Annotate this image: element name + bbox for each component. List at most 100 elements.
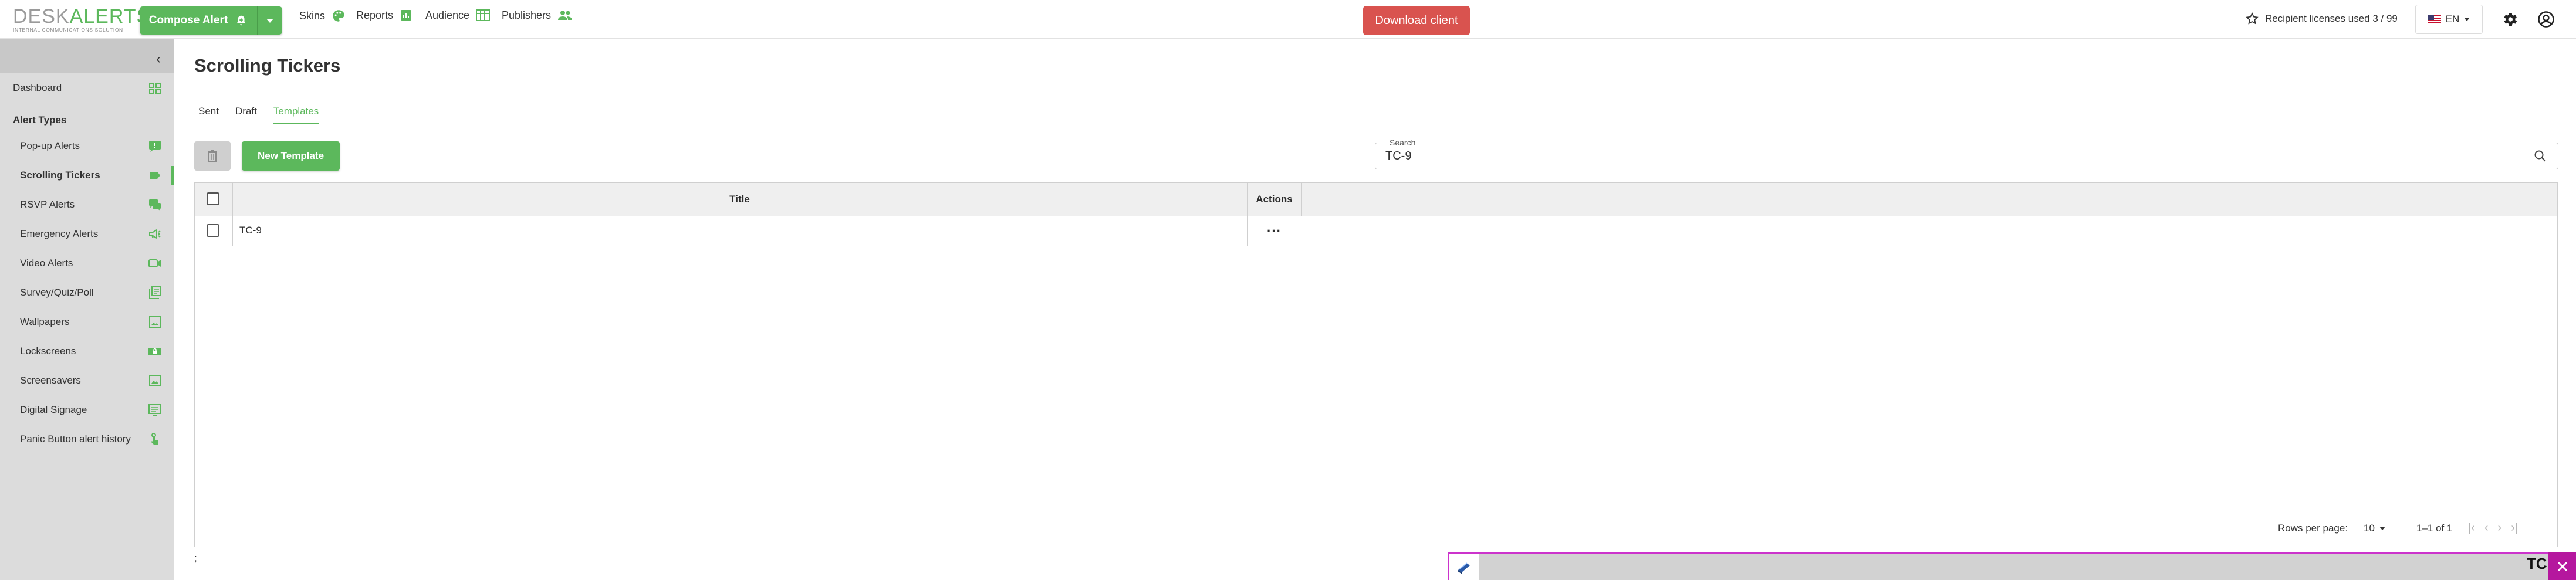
sidebar-item-label: Panic Button alert history (20, 433, 131, 445)
sidebar-item-digital-signage[interactable]: Digital Signage (0, 397, 174, 423)
sidebar: ‹ Dashboard Alert Types Pop-up Alerts Sc… (0, 39, 174, 580)
sidebar-item-label: Survey/Quiz/Poll (20, 287, 94, 298)
compose-alert-dropdown[interactable] (258, 19, 282, 23)
sidebar-collapse-button[interactable]: ‹ (0, 39, 174, 73)
sidebar-item-label: Scrolling Tickers (20, 169, 100, 181)
sidebar-item-wallpapers[interactable]: Wallpapers (0, 309, 174, 335)
select-all-cell (195, 183, 233, 216)
account-icon[interactable] (2537, 11, 2555, 28)
nav-skins-label: Skins (299, 9, 326, 22)
pagination-range: 1–1 of 1 (2416, 523, 2453, 534)
new-template-label: New Template (257, 150, 324, 161)
us-flag-icon (2428, 15, 2441, 23)
rows-per-page-select[interactable]: 10 (2364, 523, 2385, 534)
ticker-logo-icon (1449, 554, 1479, 580)
more-icon: ··· (1267, 223, 1282, 238)
table-header: Title Actions (195, 183, 2557, 216)
logo-tagline: INTERNAL COMMUNICATIONS SOLUTION (13, 27, 123, 33)
page-title: Scrolling Tickers (194, 55, 341, 76)
row-checkbox[interactable] (207, 224, 219, 237)
sidebar-item-screensavers[interactable]: Screensavers (0, 368, 174, 394)
sidebar-section-title: Alert Types (13, 114, 67, 126)
tab-templates[interactable]: Templates (273, 106, 319, 124)
ticker-icon (150, 172, 160, 179)
download-client-label: Download client (1375, 13, 1458, 27)
rows-per-page-value: 10 (2364, 523, 2375, 534)
sidebar-item-rsvp-alerts[interactable]: RSVP Alerts (0, 192, 174, 218)
table-icon (476, 9, 491, 21)
tab-bar: Sent Draft Templates (198, 106, 335, 124)
licenses-text: Recipient licenses used 3 / 99 (2265, 13, 2398, 24)
language-selector[interactable]: EN (2415, 5, 2483, 34)
compose-alert-label: Compose Alert (148, 14, 228, 26)
sidebar-item-dashboard[interactable]: Dashboard (13, 82, 62, 94)
tab-sent[interactable]: Sent (198, 106, 219, 124)
sidebar-item-label: Emergency Alerts (20, 228, 99, 239)
signage-icon (148, 404, 161, 416)
gear-icon[interactable] (2501, 11, 2518, 28)
sidebar-item-label: Screensavers (20, 375, 81, 386)
first-page-icon[interactable]: |‹ (2468, 521, 2475, 535)
sidebar-item-panic-button-history[interactable]: Panic Button alert history (0, 426, 174, 452)
sidebar-item-lockscreens[interactable]: Lockscreens (0, 338, 174, 364)
sidebar-item-survey-quiz-poll[interactable]: Survey/Quiz/Poll (0, 280, 174, 306)
last-page-icon[interactable]: ›| (2511, 521, 2518, 535)
sidebar-item-label: Lockscreens (20, 345, 76, 357)
stray-text: ; (194, 552, 197, 564)
sidebar-item-label: Pop-up Alerts (20, 140, 80, 151)
top-bar: DESKALERTS INTERNAL COMMUNICATIONS SOLUT… (0, 0, 2576, 39)
tab-draft[interactable]: Draft (235, 106, 257, 124)
sidebar-item-video-alerts[interactable]: Video Alerts (0, 250, 174, 276)
nav-skins[interactable]: Skins (299, 8, 346, 23)
dashboard-icon[interactable] (148, 82, 162, 96)
nav-reports-label: Reports (356, 9, 394, 21)
search-input[interactable]: TC-9 (1385, 150, 1411, 163)
trash-icon (208, 150, 217, 162)
ticker-preview-bar (1448, 552, 2576, 580)
lockscreen-icon (148, 348, 161, 355)
language-label: EN (2445, 13, 2460, 25)
pagination-controls: |‹ ‹ › ›| (2468, 521, 2518, 535)
row-actions-menu[interactable]: ··· (1247, 216, 1301, 246)
nav-audience[interactable]: Audience (425, 8, 491, 22)
popup-icon (149, 141, 161, 152)
select-all-checkbox[interactable] (207, 192, 219, 205)
nav-audience-label: Audience (425, 9, 470, 21)
sidebar-item-label: Video Alerts (20, 257, 73, 269)
logo-text-accent: ALERTS (69, 5, 151, 28)
sidebar-item-popup-alerts[interactable]: Pop-up Alerts (0, 133, 174, 159)
megaphone-icon (149, 229, 161, 239)
next-page-icon[interactable]: › (2498, 521, 2502, 535)
search-field[interactable]: Search TC-9 (1375, 138, 2558, 169)
screensaver-icon (149, 375, 161, 386)
recipient-licenses[interactable]: Recipient licenses used 3 / 99 (2245, 12, 2398, 26)
table-row[interactable]: TC-9 ··· (195, 216, 2557, 246)
close-icon[interactable] (2548, 552, 2576, 580)
hand-icon (151, 433, 158, 445)
people-icon (558, 11, 573, 20)
logo[interactable]: DESKALERTS INTERNAL COMMUNICATIONS SOLUT… (13, 6, 150, 33)
nav-publishers-label: Publishers (502, 9, 552, 21)
video-icon (148, 259, 161, 267)
image-icon (149, 316, 161, 328)
compose-alert-main[interactable]: Compose Alert (140, 6, 258, 35)
search-label: Search (1387, 138, 1418, 147)
sidebar-item-scrolling-tickers[interactable]: Scrolling Tickers (0, 162, 174, 188)
new-template-button[interactable]: New Template (242, 141, 340, 171)
sidebar-item-label: Wallpapers (20, 316, 70, 327)
download-client-button[interactable]: Download client (1363, 6, 1470, 35)
table-pagination: Rows per page: 10 1–1 of 1 |‹ ‹ › ›| (195, 510, 2557, 547)
column-header-title[interactable]: Title (232, 183, 1248, 216)
sidebar-item-emergency-alerts[interactable]: Emergency Alerts (0, 221, 174, 247)
search-icon[interactable] (2533, 149, 2547, 163)
compose-alert-button[interactable]: Compose Alert (140, 6, 282, 35)
star-icon (2246, 12, 2259, 25)
survey-icon (149, 286, 161, 299)
column-header-actions: Actions (1247, 183, 1302, 216)
delete-button[interactable] (194, 141, 231, 171)
prev-page-icon[interactable]: ‹ (2484, 521, 2489, 535)
chevron-down-icon (2464, 18, 2470, 21)
nav-reports[interactable]: Reports (356, 8, 413, 22)
rows-per-page-label: Rows per page: (2278, 523, 2348, 534)
nav-publishers[interactable]: Publishers (502, 8, 573, 22)
